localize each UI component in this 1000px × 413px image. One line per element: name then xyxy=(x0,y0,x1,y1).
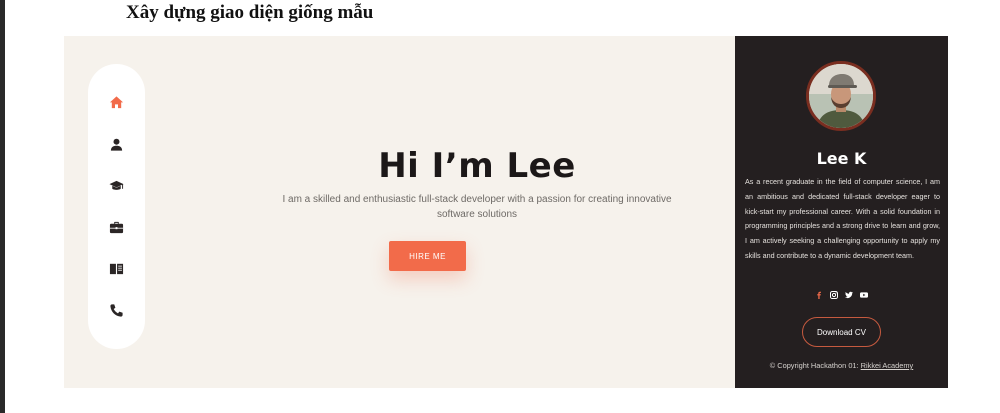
copyright-text: © Copyright Hackathon 01: xyxy=(769,361,859,370)
hero-title: Hi I’m Lee xyxy=(378,146,576,186)
copyright-footer: © Copyright Hackathon 01: Rikkei Academy xyxy=(735,361,948,371)
page-heading: Xây dựng giao diện giống mẫu xyxy=(126,2,374,23)
hire-me-button[interactable]: HIRE ME xyxy=(389,241,466,271)
nav-item-about[interactable] xyxy=(88,124,145,166)
main-content: Hi I’m Lee I am a skilled and enthusiast… xyxy=(64,36,735,388)
download-cv-button[interactable]: Download CV xyxy=(802,317,881,347)
facebook-icon[interactable] xyxy=(815,291,823,299)
instagram-icon[interactable] xyxy=(830,291,838,299)
side-nav xyxy=(88,64,145,349)
profile-bio: As a recent graduate in the field of com… xyxy=(745,177,940,260)
social-links xyxy=(735,291,948,299)
profile-sidebar: Lee K As a recent graduate in the field … xyxy=(735,36,948,388)
portfolio-frame: Hi I’m Lee I am a skilled and enthusiast… xyxy=(64,36,948,388)
nav-item-contact[interactable] xyxy=(88,290,145,332)
home-icon xyxy=(109,96,124,109)
nav-item-experience[interactable] xyxy=(88,207,145,249)
hero-section: Hi I’m Lee I am a skilled and enthusiast… xyxy=(232,144,722,222)
nav-item-home[interactable] xyxy=(88,82,145,124)
rikkei-academy-link[interactable]: Rikkei Academy xyxy=(861,361,914,370)
briefcase-icon xyxy=(109,221,124,233)
phone-icon xyxy=(110,304,123,317)
nav-item-education[interactable] xyxy=(88,165,145,207)
youtube-icon[interactable] xyxy=(860,291,868,299)
nav-item-portfolio[interactable] xyxy=(88,248,145,290)
book-icon xyxy=(109,264,124,275)
graduation-cap-icon xyxy=(109,181,124,191)
window-left-edge xyxy=(0,0,5,413)
hero-subtitle: I am a skilled and enthusiastic full-sta… xyxy=(282,194,672,220)
user-icon xyxy=(110,138,123,151)
avatar-photo xyxy=(809,64,873,128)
profile-name: Lee K xyxy=(816,149,867,168)
twitter-icon[interactable] xyxy=(845,291,853,299)
avatar xyxy=(806,61,876,131)
